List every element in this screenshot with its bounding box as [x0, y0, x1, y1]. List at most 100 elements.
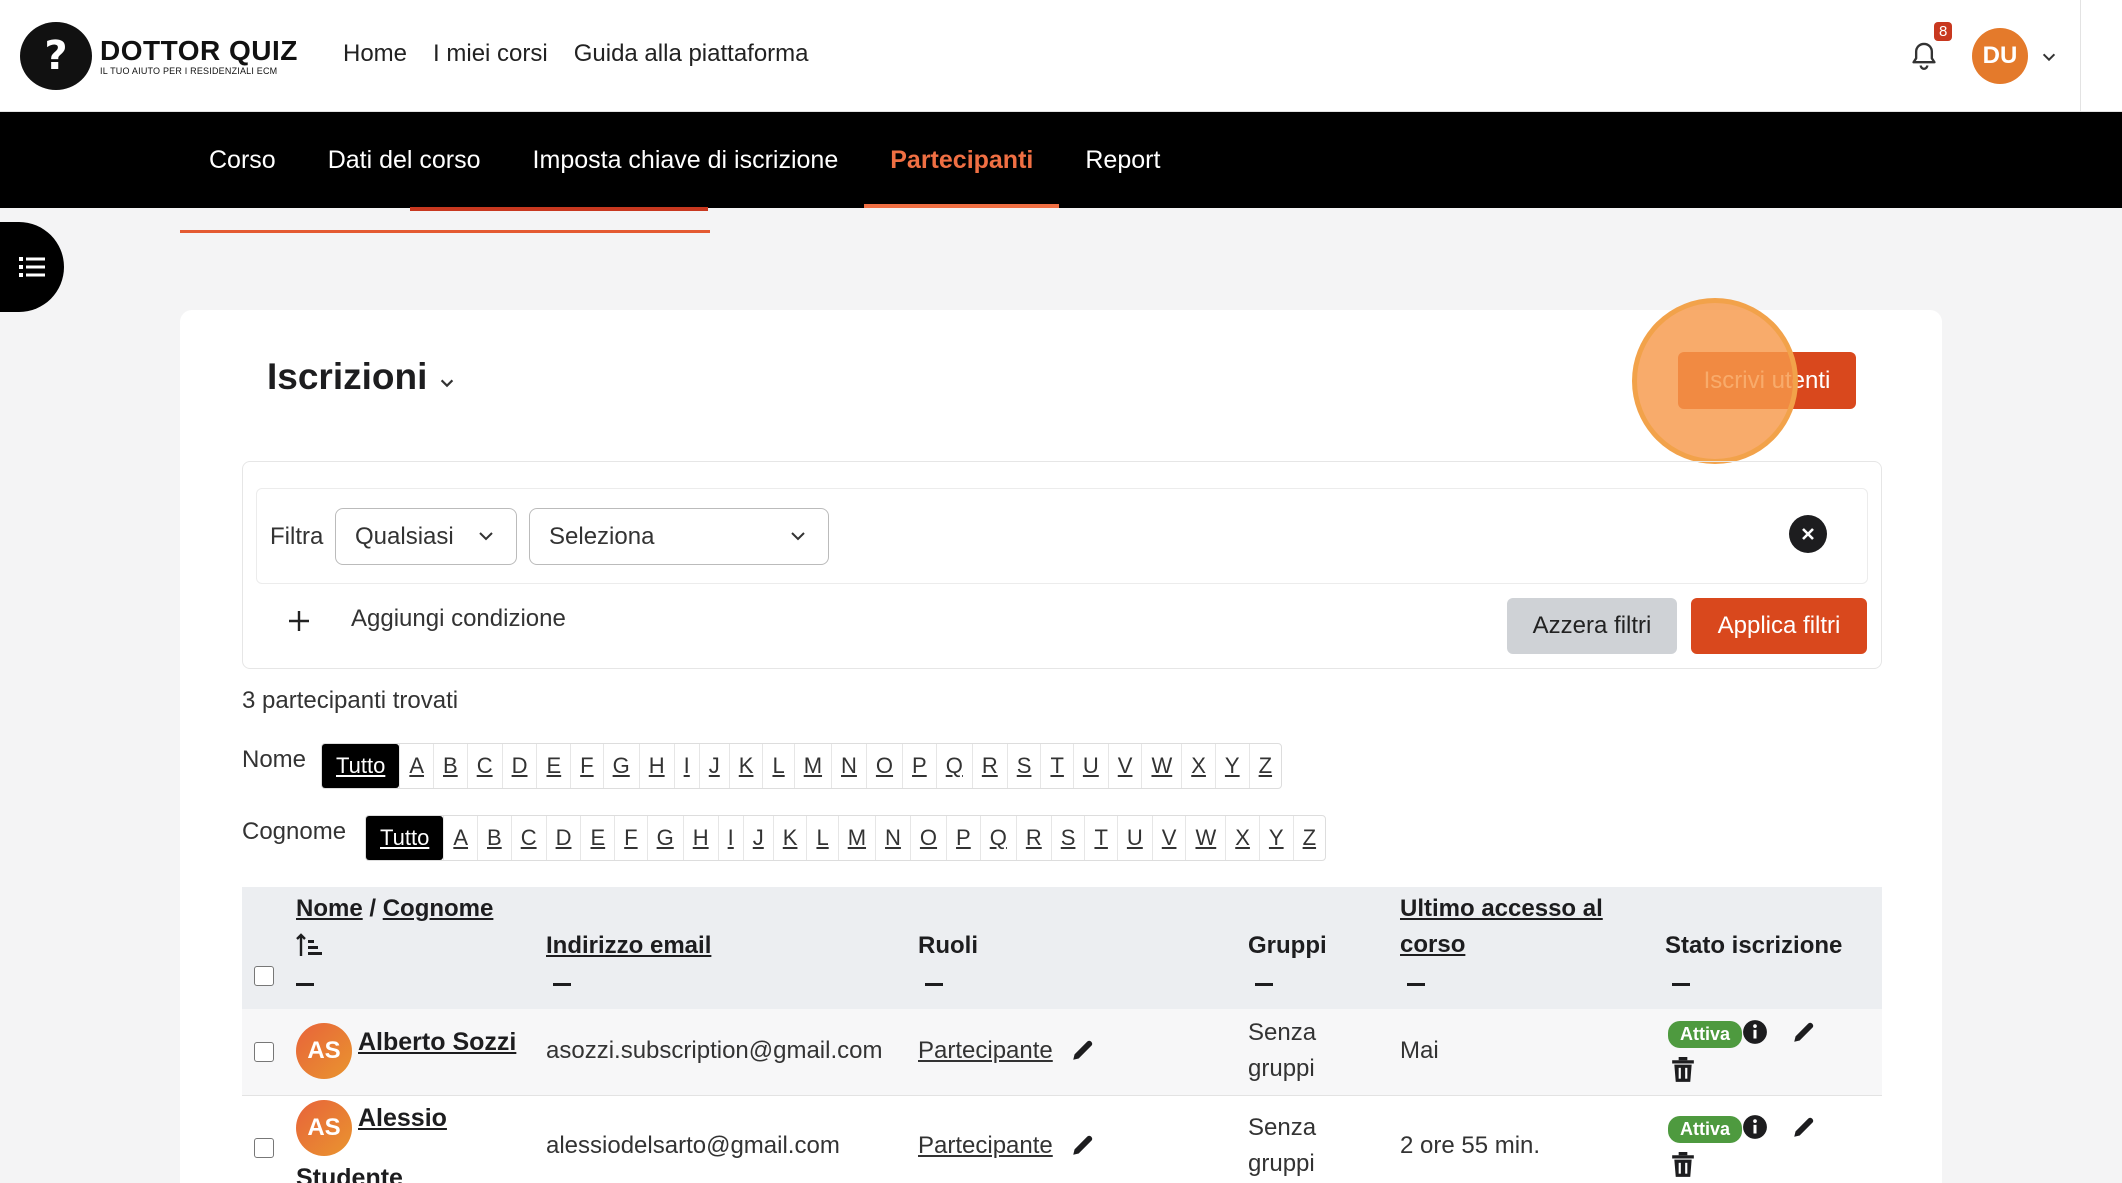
avatar[interactable]: AS: [296, 1023, 352, 1079]
user-name-link-line2[interactable]: Studente: [296, 1160, 403, 1183]
firstname-initial-letter[interactable]: U: [1072, 744, 1108, 788]
firstname-initial-letter[interactable]: K: [728, 744, 763, 788]
lastname-initial-letter[interactable]: P: [946, 816, 980, 860]
firstname-initial-letter[interactable]: H: [638, 744, 674, 788]
collapse-column-icon[interactable]: [1255, 983, 1273, 986]
plus-icon[interactable]: [287, 609, 311, 633]
firstname-initial-letter[interactable]: J: [698, 744, 729, 788]
lastname-initial-letter[interactable]: I: [717, 816, 743, 860]
lastname-initial-letter[interactable]: E: [580, 816, 614, 860]
trash-icon[interactable]: [1671, 1057, 1695, 1083]
firstname-initial-letter[interactable]: N: [831, 744, 866, 788]
apply-filters-button[interactable]: Applica filtri: [1691, 598, 1867, 654]
lastname-initial-letter[interactable]: J: [742, 816, 773, 860]
info-icon[interactable]: [1742, 1114, 1768, 1140]
tab-report[interactable]: Report: [1059, 112, 1186, 208]
info-icon[interactable]: [1742, 1019, 1768, 1045]
firstname-initial-letter[interactable]: A: [399, 744, 433, 788]
firstname-initial-letter[interactable]: F: [570, 744, 602, 788]
page-title[interactable]: Iscrizioni: [267, 356, 427, 398]
firstname-initial-letter[interactable]: B: [433, 744, 467, 788]
lastname-initial-letter[interactable]: U: [1116, 816, 1152, 860]
edit-enrolment-icon[interactable]: [1791, 1114, 1817, 1140]
firstname-initial-letter[interactable]: V: [1107, 744, 1142, 788]
sort-firstname-link[interactable]: Nome: [296, 895, 363, 922]
firstname-initial-letter[interactable]: I: [673, 744, 699, 788]
lastname-initial-letter[interactable]: Y: [1258, 816, 1293, 860]
nav-home[interactable]: Home: [343, 40, 407, 68]
nav-platform-guide[interactable]: Guida alla piattaforma: [574, 40, 809, 68]
lastname-initial-letter[interactable]: Z: [1292, 816, 1325, 860]
sort-last-access-link-2[interactable]: corso: [1400, 931, 1465, 958]
collapse-column-icon[interactable]: [1672, 983, 1690, 986]
add-condition-link[interactable]: Aggiungi condizione: [351, 605, 566, 633]
firstname-initial-letter[interactable]: C: [466, 744, 502, 788]
user-menu-chevron-icon[interactable]: [2040, 48, 2058, 66]
nav-my-courses[interactable]: I miei corsi: [433, 40, 548, 68]
role-link[interactable]: Partecipante: [918, 1033, 1053, 1069]
pencil-icon[interactable]: [1070, 1132, 1096, 1158]
tab-enrolment-key[interactable]: Imposta chiave di iscrizione: [507, 112, 865, 208]
chevron-down-icon[interactable]: [438, 374, 456, 392]
lastname-initial-letter[interactable]: V: [1151, 816, 1186, 860]
collapse-column-icon[interactable]: [1407, 983, 1425, 986]
user-name-link[interactable]: Alberto Sozzi: [358, 1024, 516, 1060]
filter-match-select[interactable]: Qualsiasi: [335, 508, 517, 565]
lastname-initial-letter[interactable]: H: [682, 816, 718, 860]
lastname-initial-letter[interactable]: T: [1084, 816, 1116, 860]
lastname-initial-letter[interactable]: K: [772, 816, 807, 860]
firstname-initial-letter[interactable]: M: [793, 744, 831, 788]
user-avatar[interactable]: DU: [1972, 28, 2028, 84]
lastname-initial-letter[interactable]: Q: [979, 816, 1016, 860]
sort-ascending-icon[interactable]: [296, 932, 324, 958]
lastname-initial-letter[interactable]: B: [477, 816, 511, 860]
select-all-checkbox[interactable]: [254, 966, 274, 986]
firstname-initial-letter[interactable]: W: [1141, 744, 1181, 788]
firstname-initial-letter[interactable]: L: [762, 744, 793, 788]
firstname-initial-letter[interactable]: Z: [1248, 744, 1281, 788]
lastname-initial-letter[interactable]: C: [510, 816, 546, 860]
firstname-initial-letter[interactable]: S: [1006, 744, 1041, 788]
trash-icon[interactable]: [1671, 1152, 1695, 1178]
course-index-toggle[interactable]: [0, 222, 64, 312]
firstname-initial-letter[interactable]: R: [971, 744, 1007, 788]
reset-filters-button[interactable]: Azzera filtri: [1507, 598, 1677, 654]
avatar[interactable]: AS: [296, 1100, 352, 1156]
lastname-initial-letter[interactable]: R: [1015, 816, 1051, 860]
sort-email-link[interactable]: Indirizzo email: [546, 932, 711, 959]
lastname-initial-letter[interactable]: F: [614, 816, 646, 860]
firstname-initial-letter[interactable]: G: [602, 744, 639, 788]
row-checkbox[interactable]: [254, 1042, 274, 1062]
firstname-initial-letter[interactable]: D: [501, 744, 537, 788]
remove-filter-button[interactable]: [1789, 515, 1827, 553]
site-logo[interactable]: ? DOTTOR QUIZ IL TUO AIUTO PER I RESIDEN…: [20, 22, 298, 90]
lastname-initial-letter[interactable]: X: [1225, 816, 1259, 860]
lastname-initial-letter[interactable]: N: [875, 816, 910, 860]
tab-course-settings[interactable]: Dati del corso: [302, 112, 507, 208]
pencil-icon[interactable]: [1070, 1037, 1096, 1063]
firstname-initial-letter[interactable]: T: [1040, 744, 1072, 788]
lastname-initial-letter[interactable]: W: [1185, 816, 1225, 860]
row-checkbox[interactable]: [254, 1138, 274, 1158]
collapse-column-icon[interactable]: [925, 983, 943, 986]
lastname-initial-letter[interactable]: D: [545, 816, 581, 860]
firstname-initial-letter[interactable]: O: [865, 744, 902, 788]
tab-corso[interactable]: Corso: [183, 112, 302, 208]
lastname-initial-letter[interactable]: G: [646, 816, 683, 860]
firstname-initial-all[interactable]: Tutto: [322, 744, 400, 788]
tab-participants[interactable]: Partecipanti: [864, 112, 1060, 208]
lastname-initial-all[interactable]: Tutto: [366, 816, 444, 860]
lastname-initial-letter[interactable]: L: [806, 816, 837, 860]
sort-lastname-link[interactable]: Cognome: [383, 895, 494, 922]
firstname-initial-letter[interactable]: P: [902, 744, 936, 788]
firstname-initial-letter[interactable]: X: [1181, 744, 1215, 788]
firstname-initial-letter[interactable]: E: [536, 744, 570, 788]
lastname-initial-letter[interactable]: O: [909, 816, 946, 860]
firstname-initial-letter[interactable]: Q: [935, 744, 972, 788]
lastname-initial-letter[interactable]: S: [1050, 816, 1085, 860]
edit-enrolment-icon[interactable]: [1791, 1019, 1817, 1045]
sort-last-access-link[interactable]: Ultimo accesso al: [1400, 891, 1603, 927]
firstname-initial-letter[interactable]: Y: [1214, 744, 1249, 788]
bell-icon[interactable]: [1908, 40, 1940, 74]
collapse-column-icon[interactable]: [553, 983, 571, 986]
